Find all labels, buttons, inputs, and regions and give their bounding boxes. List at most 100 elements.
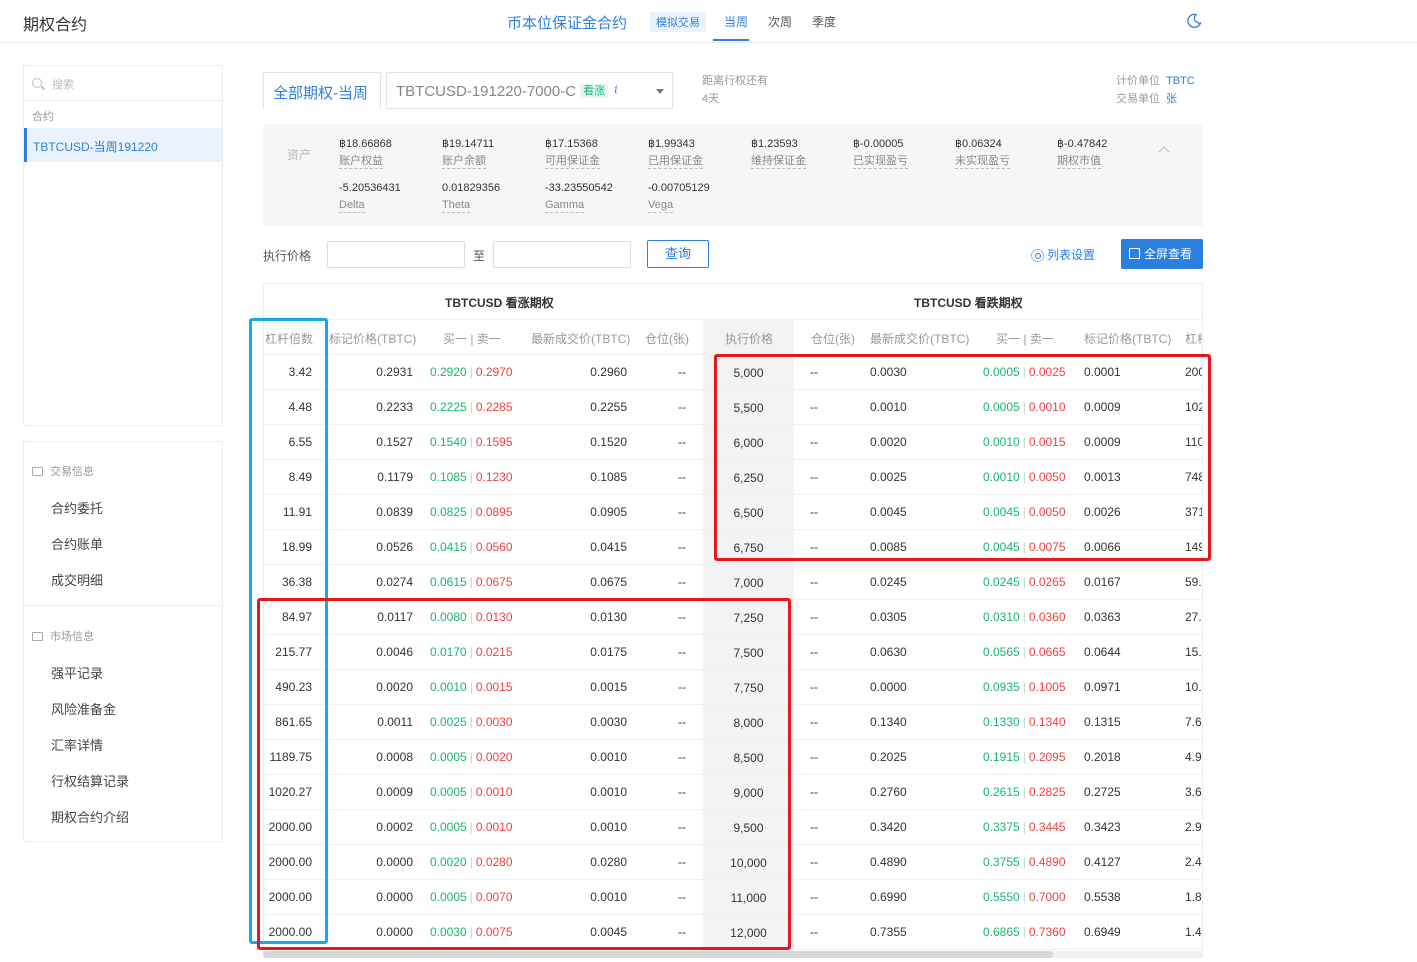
header-strike: 执行价格 xyxy=(725,332,774,346)
cell-put-mark-price: 0.0971 xyxy=(1084,680,1121,694)
cell-bid-ask[interactable]: 0.2920 | 0.2970 xyxy=(430,365,513,379)
trade-unit-value[interactable]: 张 xyxy=(1166,93,1177,105)
cell-put-bid-ask[interactable]: 0.1915 | 0.2095 xyxy=(983,750,1066,764)
cell-put-bid-ask[interactable]: 0.6865 | 0.7360 xyxy=(983,925,1066,939)
search-placeholder: 搜索 xyxy=(52,79,74,91)
cell-bid-ask[interactable]: 0.1540 | 0.1595 xyxy=(430,435,513,449)
cell-put-mark-price: 0.0644 xyxy=(1084,645,1121,659)
menu-contract-bills[interactable]: 合约账单 xyxy=(51,534,103,553)
cell-put-bid-ask[interactable]: 0.0565 | 0.0665 xyxy=(983,645,1066,659)
horizontal-scrollbar[interactable] xyxy=(263,951,1203,958)
cell-bid-ask[interactable]: 0.0825 | 0.0895 xyxy=(430,505,513,519)
moon-icon[interactable] xyxy=(1186,13,1202,29)
cell-put-bid-ask[interactable]: 0.1330 | 0.1340 xyxy=(983,715,1066,729)
search-input[interactable]: 搜索 xyxy=(32,76,212,94)
cell-last-price: 0.0675 xyxy=(590,575,627,589)
query-button[interactable]: 查询 xyxy=(647,240,709,268)
cell-put-last-price: 0.0245 xyxy=(870,575,907,589)
cell-put-bid-ask[interactable]: 0.2615 | 0.2825 xyxy=(983,785,1066,799)
cell-put-leverage: 4.9( xyxy=(1185,750,1202,764)
cell-position: -- xyxy=(678,435,686,449)
cell-put-leverage: 2.4: xyxy=(1185,855,1202,869)
cell-put-position: -- xyxy=(810,925,818,939)
all-options-tab[interactable]: 全部期权-当周 xyxy=(263,72,381,109)
pricing-unit-value[interactable]: TBTC xyxy=(1166,75,1195,87)
tab-next-week[interactable]: 次周 xyxy=(768,13,792,30)
cell-position: -- xyxy=(678,470,686,484)
cell-position: -- xyxy=(678,505,686,519)
menu-trade-details[interactable]: 成交明细 xyxy=(51,570,103,589)
cell-put-bid-ask[interactable]: 0.0935 | 0.1005 xyxy=(983,680,1066,694)
strike-from-input[interactable] xyxy=(327,241,465,268)
menu-contract-orders[interactable]: 合约委托 xyxy=(51,498,103,517)
cell-put-leverage: 59.( xyxy=(1185,575,1202,589)
asset-metric: ฿1.99343 已用保证金 xyxy=(648,138,703,169)
cell-mark-price: 0.2233 xyxy=(376,400,413,414)
cell-bid-ask[interactable]: 0.1085 | 0.1230 xyxy=(430,470,513,484)
unit-info: 计价单位 TBTC 交易单位张 xyxy=(1116,75,1195,105)
header-put-position: 仓位(张) xyxy=(811,332,855,346)
cell-last-price: 0.1085 xyxy=(590,470,627,484)
cell-strike[interactable]: 7,000 xyxy=(703,576,794,590)
put-rows-highlight-box xyxy=(714,354,1211,561)
menu-insurance-fund[interactable]: 风险准备金 xyxy=(51,699,116,718)
column-settings-button[interactable]: 列表设置 xyxy=(1031,246,1095,263)
header-put-mark-price: 标记价格(TBTC) xyxy=(1084,332,1172,346)
cell-put-leverage: 10.: xyxy=(1185,680,1202,694)
contract-section-label: 合约 xyxy=(32,111,54,123)
top-bar: 期权合约 币本位保证金合约 模拟交易 当周 次周 季度 xyxy=(0,0,1417,43)
menu-liquidation-records[interactable]: 强平记录 xyxy=(51,663,103,682)
asset-metric: ฿-0.47842 期权市值 xyxy=(1057,138,1108,169)
header-put-last-price: 最新成交价(TBTC) xyxy=(870,332,970,346)
cell-put-bid-ask[interactable]: 0.0310 | 0.0360 xyxy=(983,610,1066,624)
cell-put-leverage: 7.6( xyxy=(1185,715,1202,729)
asset-metric: ฿1.23593 维持保证金 xyxy=(751,138,806,169)
chart-icon xyxy=(32,467,43,476)
cell-put-bid-ask[interactable]: 0.0245 | 0.0265 xyxy=(983,575,1066,589)
menu-exercise-settlement[interactable]: 行权结算记录 xyxy=(51,771,129,790)
cell-bid-ask[interactable]: 0.0615 | 0.0675 xyxy=(430,575,513,589)
cell-mark-price: 0.0526 xyxy=(376,540,413,554)
cell-mark-price: 0.2931 xyxy=(376,365,413,379)
cell-put-mark-price: 0.2725 xyxy=(1084,785,1121,799)
cell-put-position: -- xyxy=(810,715,818,729)
cell-put-position: -- xyxy=(810,575,818,589)
simulated-trading-badge[interactable]: 模拟交易 xyxy=(650,12,706,32)
strike-to-input[interactable] xyxy=(493,241,631,268)
asset-metric: ฿17.15368 可用保证金 xyxy=(545,138,600,169)
cell-bid-ask[interactable]: 0.2225 | 0.2285 xyxy=(430,400,513,414)
menu-exchange-rate[interactable]: 汇率详情 xyxy=(51,735,103,754)
cell-bid-ask[interactable]: 0.0415 | 0.0560 xyxy=(430,540,513,554)
cell-put-bid-ask[interactable]: 0.3755 | 0.4890 xyxy=(983,855,1066,869)
search-icon xyxy=(32,78,42,88)
info-icon[interactable]: i xyxy=(614,83,618,96)
cell-put-mark-price: 0.6949 xyxy=(1084,925,1121,939)
cell-last-price: 0.1520 xyxy=(590,435,627,449)
divider xyxy=(24,100,222,101)
header-position: 仓位(张) xyxy=(645,332,689,346)
app-title: 期权合约 xyxy=(23,17,88,34)
cell-last-price: 0.0415 xyxy=(590,540,627,554)
instrument-value: TBTCUSD-191220-7000-C xyxy=(396,83,577,100)
fullscreen-button[interactable]: 全屏查看 xyxy=(1121,239,1203,269)
cell-put-last-price: 0.0000 xyxy=(870,680,907,694)
scroll-thumb[interactable] xyxy=(263,951,1053,958)
cell-put-leverage: 3.6' xyxy=(1185,785,1203,799)
cell-put-mark-price: 0.5538 xyxy=(1084,890,1121,904)
cell-put-last-price: 0.7355 xyxy=(870,925,907,939)
cell-put-bid-ask[interactable]: 0.5550 | 0.7000 xyxy=(983,890,1066,904)
main-title[interactable]: 币本位保证金合约 xyxy=(507,12,627,33)
cell-put-mark-price: 0.2018 xyxy=(1084,750,1121,764)
tab-quarter[interactable]: 季度 xyxy=(812,13,836,30)
cell-put-last-price: 0.2025 xyxy=(870,750,907,764)
header-bid-ask: 买一 | 卖一 xyxy=(443,332,501,346)
instrument-select[interactable]: TBTCUSD-191220-7000-C 看涨 i xyxy=(386,72,673,109)
asset-metric: ฿0.06324 未实现盈亏 xyxy=(955,138,1010,169)
assets-label: 资产 xyxy=(287,148,312,162)
contract-item-tbtcusd[interactable]: TBTCUSD-当周191220 xyxy=(24,128,222,162)
menu-options-intro[interactable]: 期权合约介绍 xyxy=(51,807,129,826)
cell-put-leverage: 27.: xyxy=(1185,610,1202,624)
tab-this-week[interactable]: 当周 xyxy=(724,13,748,30)
cell-put-leverage: 1.4: xyxy=(1185,925,1202,939)
cell-put-bid-ask[interactable]: 0.3375 | 0.3445 xyxy=(983,820,1066,834)
